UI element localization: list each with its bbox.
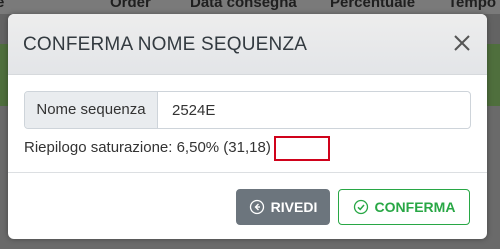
dialog-footer: RIVEDI CONFERMA: [8, 172, 487, 239]
background-header-col: e: [0, 0, 5, 11]
background-header-col: Data consegna: [190, 0, 297, 11]
annotation-highlight-box: [274, 136, 330, 161]
background-header-col: Percentuale: [330, 0, 416, 11]
background-table-header: e Order Data consegna Percentuale Tempo: [0, 0, 500, 14]
dialog-title: CONFERMA NOME SEQUENZA: [23, 34, 308, 55]
confirm-button[interactable]: CONFERMA: [338, 189, 470, 225]
sequence-name-group: Nome sequenza: [24, 91, 471, 129]
confirm-button-label: CONFERMA: [374, 199, 456, 215]
sequence-name-input[interactable]: [158, 92, 468, 128]
review-button-label: RIVEDI: [270, 199, 318, 215]
sequence-name-label: Nome sequenza: [25, 92, 158, 128]
review-button[interactable]: RIVEDI: [236, 189, 330, 225]
arrow-left-circle-icon: [249, 199, 265, 215]
saturation-summary: Riepilogo saturazione: 6,50% (31,18): [24, 139, 271, 156]
check-circle-icon: [353, 199, 369, 215]
background-header-col: Tempo: [448, 0, 497, 11]
background-header-col: Order: [110, 0, 151, 11]
confirm-sequence-dialog: CONFERMA NOME SEQUENZA Nome sequenza Rie…: [8, 14, 487, 239]
dialog-header: CONFERMA NOME SEQUENZA: [8, 14, 487, 75]
dialog-body: Nome sequenza Riepilogo saturazione: 6,5…: [8, 75, 487, 171]
close-icon[interactable]: [451, 32, 473, 54]
